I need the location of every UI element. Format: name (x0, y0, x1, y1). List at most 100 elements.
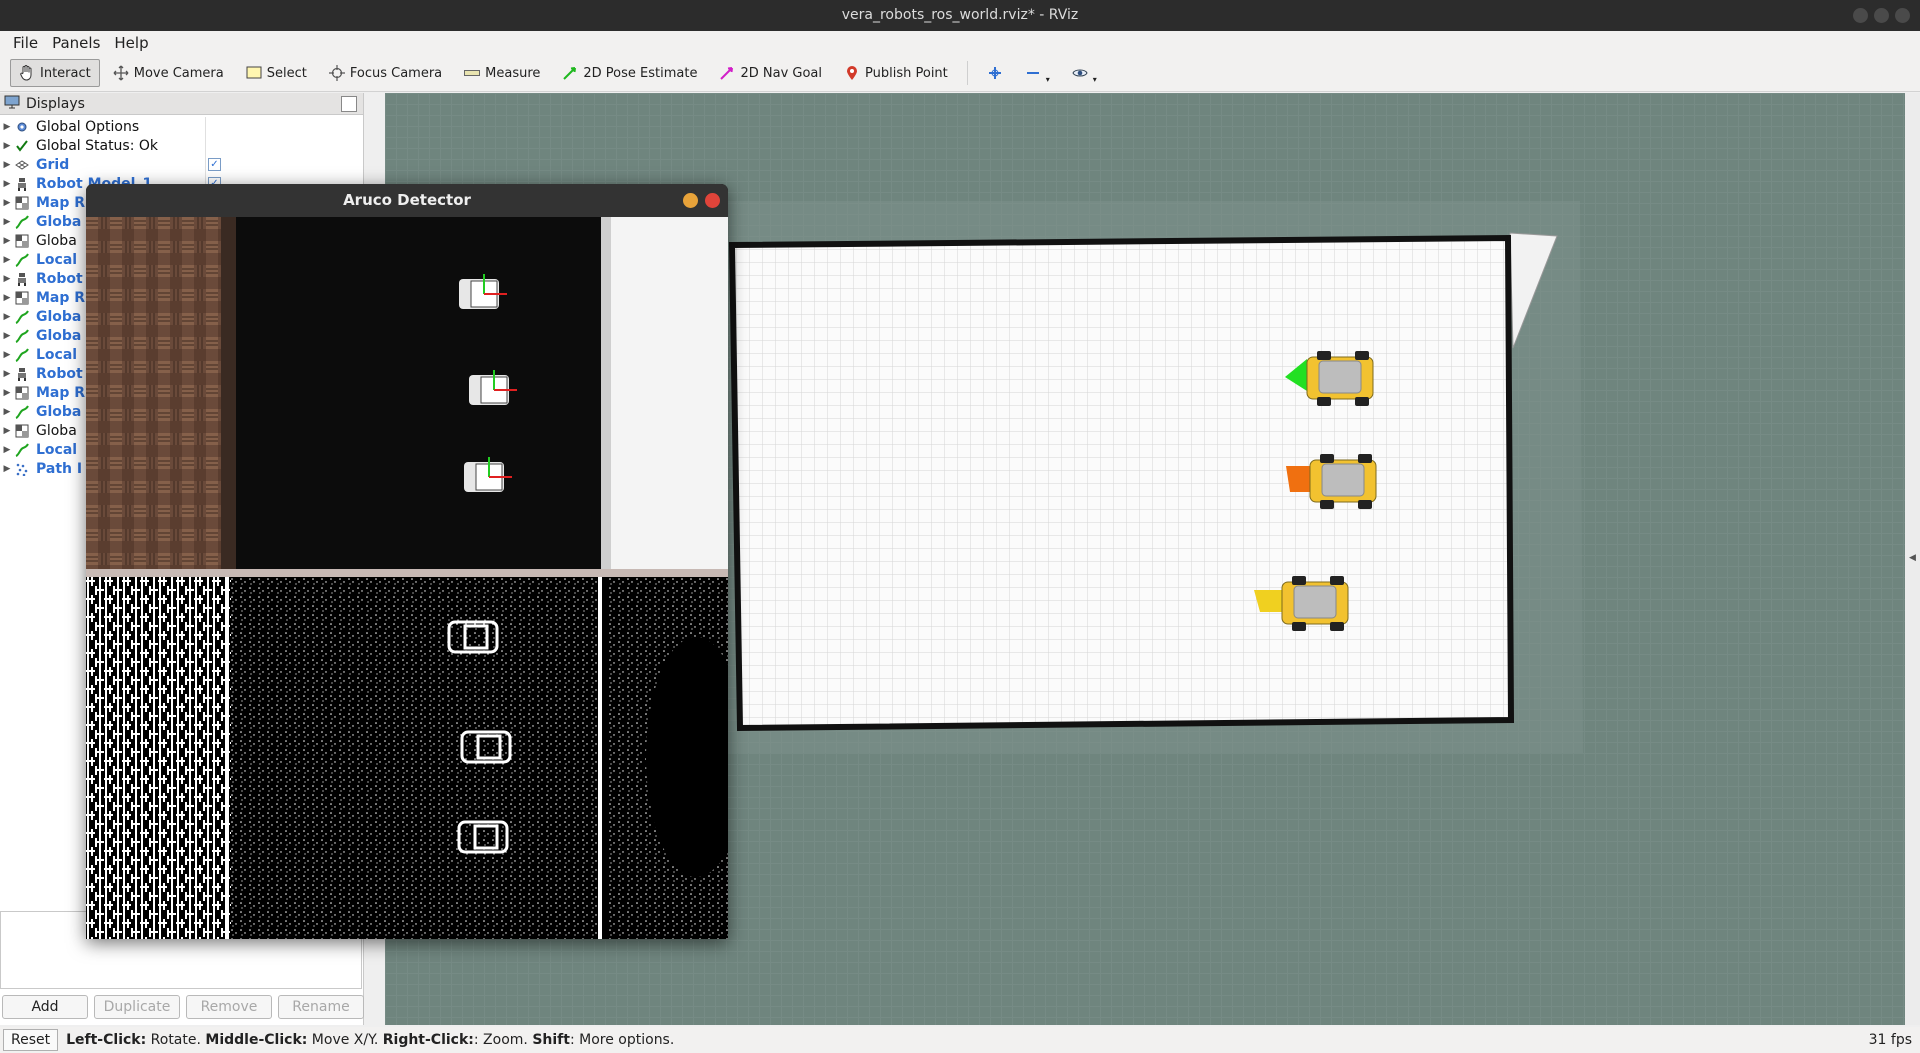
tool-select[interactable]: Select (237, 59, 316, 87)
map-icon (14, 290, 30, 306)
tool-label: Measure (485, 65, 541, 81)
display-item-label: Map R (36, 194, 86, 211)
add-display-button[interactable]: Add (2, 995, 88, 1019)
menu-panels[interactable]: Panels (45, 34, 107, 52)
tool-2d-nav-goal[interactable]: 2D Nav Goal (710, 59, 831, 87)
expand-arrow-icon[interactable]: ▶ (0, 236, 14, 246)
ruler-icon (464, 65, 481, 81)
display-item-label: Globa (36, 327, 82, 344)
displays-panel-header: Displays (0, 93, 363, 115)
expand-arrow-icon[interactable]: ▶ (0, 217, 14, 227)
display-item-label: Globa (36, 422, 77, 439)
hint-segment: Shift (532, 1032, 570, 1048)
expand-arrow-icon[interactable]: ▶ (0, 160, 14, 170)
select-box-icon (246, 65, 262, 81)
display-enabled-checkbox[interactable]: ✓ (208, 158, 221, 171)
minus-icon (1025, 65, 1041, 81)
aruco-window-title: Aruco Detector (343, 191, 471, 209)
path-icon (14, 442, 30, 458)
expand-arrow-icon[interactable]: ▶ (0, 445, 14, 455)
path-icon (14, 309, 30, 325)
expand-arrow-icon[interactable]: ▶ (0, 369, 14, 379)
tool-interact[interactable]: Interact (10, 59, 100, 87)
expand-arrow-icon[interactable]: ▶ (0, 388, 14, 398)
map-icon (14, 385, 30, 401)
tool-bar: Interact Move Camera Select Focus Camera… (0, 55, 1920, 92)
display-item-label: Path I (36, 460, 83, 477)
grid-icon (14, 157, 30, 173)
rename-display-button[interactable]: Rename (278, 995, 364, 1019)
reset-button[interactable]: Reset (3, 1029, 59, 1051)
hint-segment: Left-Click: (66, 1032, 147, 1048)
hint-segment: Rotate. (146, 1032, 206, 1048)
remove-tool-button[interactable]: ▾ (1016, 59, 1059, 87)
move-camera-icon (113, 65, 129, 81)
right-collapse-strip[interactable]: ◀ (1905, 93, 1920, 1025)
minimize-button[interactable] (1853, 8, 1868, 23)
tool-measure[interactable]: Measure (455, 59, 549, 87)
display-item[interactable]: ▶ Global Status: Ok (0, 136, 363, 155)
green-arrow-icon (562, 65, 578, 81)
view-options-button[interactable]: ▾ (1063, 59, 1106, 87)
expand-arrow-icon[interactable]: ▶ (0, 464, 14, 474)
focus-target-icon (328, 65, 345, 81)
expand-arrow-icon[interactable]: ▶ (0, 426, 14, 436)
hint-segment: Right-Click: (382, 1032, 474, 1048)
hint-segment: : Zoom. (473, 1032, 533, 1048)
map-icon (14, 195, 30, 211)
robot-model-icon (14, 366, 30, 382)
maximize-button[interactable] (1874, 8, 1889, 23)
menu-bar: File Panels Help (0, 31, 1920, 55)
display-item-label: Robot (36, 365, 83, 382)
display-item[interactable]: ▶ Global Options (0, 117, 363, 136)
tool-label: 2D Nav Goal (740, 65, 823, 81)
threshold-image (86, 577, 728, 939)
path-icon (14, 328, 30, 344)
checkmark-icon (14, 138, 30, 154)
tool-label: Interact (40, 65, 91, 81)
display-item-label: Global Status: Ok (36, 137, 159, 154)
expand-arrow-icon[interactable]: ▶ (0, 350, 14, 360)
duplicate-display-button[interactable]: Duplicate (94, 995, 180, 1019)
display-item[interactable]: ▶ Grid ✓ (0, 155, 363, 174)
close-button[interactable] (1895, 8, 1910, 23)
expand-arrow-icon[interactable]: ▶ (0, 122, 14, 132)
expand-arrow-icon[interactable]: ▶ (0, 255, 14, 265)
mouse-hint-text: Left-Click: Rotate. Middle-Click: Move X… (66, 1032, 674, 1048)
tool-2d-pose-estimate[interactable]: 2D Pose Estimate (553, 59, 706, 87)
tool-label: Publish Point (865, 65, 948, 81)
expand-arrow-icon[interactable]: ▶ (0, 407, 14, 417)
expand-arrow-icon[interactable]: ▶ (0, 312, 14, 322)
menu-help[interactable]: Help (107, 34, 155, 52)
tool-move-camera[interactable]: Move Camera (104, 59, 233, 87)
threshold-svg (86, 577, 728, 939)
camera-feed-image (86, 217, 728, 577)
eye-icon (1072, 65, 1088, 81)
map-icon (14, 233, 30, 249)
remove-display-button[interactable]: Remove (186, 995, 272, 1019)
expand-arrow-icon[interactable]: ▶ (0, 198, 14, 208)
close-button[interactable] (705, 193, 720, 208)
window-titlebar: vera_robots_ros_world.rviz* - RViz (0, 0, 1920, 31)
displays-title: Displays (26, 95, 85, 112)
undock-button[interactable] (341, 96, 357, 112)
add-tool-button[interactable] (978, 59, 1012, 87)
expand-arrow-icon[interactable]: ▶ (0, 274, 14, 284)
path-icon (14, 404, 30, 420)
minimize-button[interactable] (683, 193, 698, 208)
expand-arrow-icon[interactable]: ▶ (0, 331, 14, 341)
expand-arrow-icon[interactable]: ▶ (0, 179, 14, 189)
display-item-label: Globa (36, 308, 82, 325)
expand-arrow-icon[interactable]: ▶ (0, 141, 14, 151)
tool-focus-camera[interactable]: Focus Camera (320, 59, 451, 87)
fps-counter: 31 fps (1868, 1032, 1912, 1048)
aruco-detector-window[interactable]: Aruco Detector (86, 184, 728, 939)
display-item-label: Grid (36, 156, 70, 173)
tool-publish-point[interactable]: Publish Point (835, 59, 957, 87)
robot-model-icon (14, 176, 30, 192)
menu-file[interactable]: File (6, 34, 45, 52)
toolbar-separator (966, 61, 968, 85)
dropdown-caret-icon: ▾ (1045, 74, 1050, 84)
expand-arrow-icon[interactable]: ▶ (0, 293, 14, 303)
monitor-icon (4, 95, 20, 113)
